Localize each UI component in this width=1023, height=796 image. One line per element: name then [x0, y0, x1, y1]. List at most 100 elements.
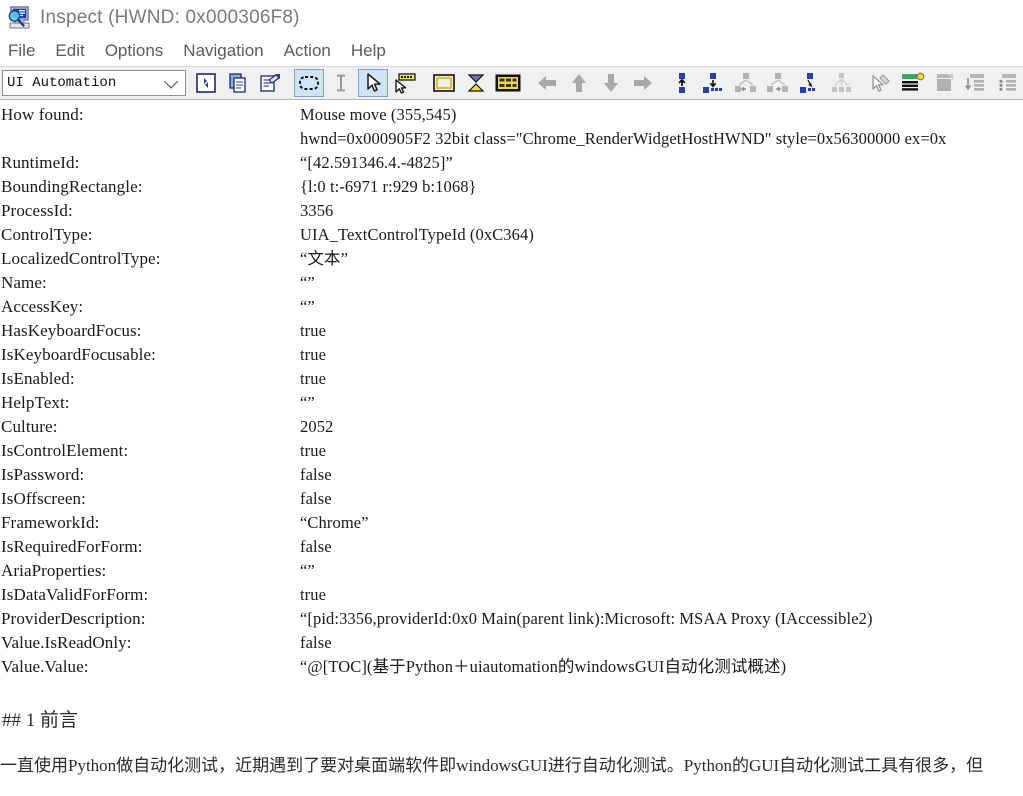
go-to-next-sibling-icon[interactable]	[763, 69, 793, 97]
show-selected-properties-icon[interactable]	[994, 69, 1023, 97]
property-row[interactable]: IsEnabled: true	[0, 367, 1023, 391]
navigate-back-icon[interactable]	[532, 69, 562, 97]
property-label: FrameworkId:	[1, 513, 100, 532]
property-label: IsRequiredForForm:	[1, 537, 143, 556]
menu-action[interactable]: Action	[284, 41, 331, 61]
window-title-hwnd: (HWND: 0x000306F8)	[108, 7, 300, 28]
go-to-first-child-icon[interactable]	[699, 69, 729, 97]
copy-icon[interactable]	[223, 69, 253, 97]
property-label: IsKeyboardFocusable:	[1, 345, 156, 364]
property-value: true	[300, 321, 327, 340]
property-row[interactable]: IsControlElement: true	[0, 439, 1023, 463]
pane-divider	[0, 693, 1023, 694]
property-value: “Chrome”	[300, 513, 369, 532]
property-value: false	[300, 537, 332, 556]
navigate-down-icon[interactable]	[596, 69, 626, 97]
property-value: 2052	[300, 417, 334, 436]
descend-tree-icon[interactable]	[827, 69, 857, 97]
property-value: “[pid:3356,providerId:0x0 Main(parent li…	[300, 609, 873, 628]
property-row[interactable]: How found: Mouse move (355,545)	[0, 103, 1023, 127]
menu-file[interactable]: File	[8, 41, 35, 61]
navigate-forward-icon[interactable]	[628, 69, 658, 97]
property-label: HasKeyboardFocus:	[1, 321, 142, 340]
show-window-icon[interactable]	[429, 69, 459, 97]
property-row[interactable]: BoundingRectangle: {l:0 t:-6971 r:929 b:…	[0, 175, 1023, 199]
property-label: IsEnabled:	[1, 369, 75, 388]
property-label: Value.IsReadOnly:	[1, 633, 132, 652]
property-row[interactable]: Value.IsReadOnly: false	[0, 631, 1023, 655]
menu-help[interactable]: Help	[351, 41, 386, 61]
window-title: Inspect (HWND: 0x000306F8)	[40, 7, 300, 29]
property-row[interactable]: HelpText: “”	[0, 391, 1023, 415]
property-row[interactable]: IsOffscreen: false	[0, 487, 1023, 511]
watch-focus-icon[interactable]	[390, 69, 420, 97]
property-row[interactable]: IsPassword: false	[0, 463, 1023, 487]
property-label: How found:	[1, 105, 84, 124]
property-row[interactable]: ProcessId: 3356	[0, 199, 1023, 223]
property-row[interactable]: Name: “”	[0, 271, 1023, 295]
refresh-icon[interactable]	[191, 69, 221, 97]
show-all-properties-icon[interactable]	[930, 69, 960, 97]
property-row[interactable]: hwnd=0x000905F2 32bit class="Chrome_Rend…	[0, 127, 1023, 151]
refresh-properties-icon[interactable]	[898, 69, 928, 97]
property-row[interactable]: IsDataValidForForm: true	[0, 583, 1023, 607]
property-row[interactable]: ControlType: UIA_TextControlTypeId (0xC3…	[0, 223, 1023, 247]
property-row[interactable]: LocalizedControlType: “文本”	[0, 247, 1023, 271]
hourglass-icon[interactable]	[461, 69, 491, 97]
go-to-parent-icon[interactable]	[667, 69, 697, 97]
mode-combobox[interactable]: UI Automation	[2, 70, 186, 96]
toolbar: UI Automation	[0, 66, 1023, 100]
property-row[interactable]: IsKeyboardFocusable: true	[0, 343, 1023, 367]
menu-navigation[interactable]: Navigation	[183, 41, 263, 61]
property-row[interactable]: RuntimeId: “[42.591346.4.-4825]”	[0, 151, 1023, 175]
menu-options[interactable]: Options	[105, 41, 164, 61]
menu-bar: File Edit Options Navigation Action Help	[0, 36, 1023, 66]
inspect-monitor-magnifier-icon	[6, 6, 32, 30]
property-value: “”	[300, 561, 315, 580]
menu-edit[interactable]: Edit	[55, 41, 84, 61]
title-bar: Inspect (HWND: 0x000306F8)	[0, 0, 1023, 36]
highlight-rectangle-icon[interactable]	[294, 69, 324, 97]
property-row[interactable]: Culture: 2052	[0, 415, 1023, 439]
copy-tree-icon[interactable]	[255, 69, 285, 97]
property-label: IsControlElement:	[1, 441, 129, 460]
property-row[interactable]: HasKeyboardFocus: true	[0, 319, 1023, 343]
property-row[interactable]: AccessKey: “”	[0, 295, 1023, 319]
show-changed-properties-icon[interactable]	[962, 69, 992, 97]
property-row[interactable]: IsRequiredForForm: false	[0, 535, 1023, 559]
property-value: “”	[300, 273, 315, 292]
property-row[interactable]: ProviderDescription: “[pid:3356,provider…	[0, 607, 1023, 631]
property-label: Name:	[1, 273, 47, 292]
property-value: true	[300, 369, 327, 388]
property-row[interactable]: AriaProperties: “”	[0, 559, 1023, 583]
property-value: “文本”	[300, 249, 349, 268]
property-value: “@[TOC](基于Python＋uiautomation的windowsGUI…	[300, 657, 787, 676]
navigate-up-icon[interactable]	[564, 69, 594, 97]
property-value: Mouse move (355,545)	[300, 105, 457, 124]
property-value: false	[300, 465, 332, 484]
property-value: true	[300, 345, 327, 364]
inspect-window: Inspect (HWND: 0x000306F8) File Edit Opt…	[0, 0, 1023, 796]
property-label: AccessKey:	[1, 297, 84, 316]
property-value: 3356	[300, 201, 334, 220]
property-value: UIA_TextControlTypeId (0xC364)	[300, 225, 534, 244]
property-label: Culture:	[1, 417, 58, 436]
property-row[interactable]: Value.Value: “@[TOC](基于Python＋uiautomati…	[0, 655, 1023, 679]
window-title-app: Inspect	[40, 7, 103, 28]
text-caret-icon[interactable]	[326, 69, 356, 97]
document-paragraph: 一直使用Python做自动化测试，近期遇到了要对桌面端软件即windowsGUI…	[0, 756, 984, 775]
properties-grid-icon[interactable]	[493, 69, 523, 97]
mode-combobox-value: UI Automation	[7, 75, 117, 91]
properties-pane[interactable]: How found: Mouse move (355,545) hwnd=0x0…	[0, 103, 1023, 693]
select-element-icon[interactable]	[866, 69, 896, 97]
property-label: RuntimeId:	[1, 153, 80, 172]
go-to-last-child-icon[interactable]	[795, 69, 825, 97]
watch-cursor-icon[interactable]	[358, 69, 388, 97]
property-label: AriaProperties:	[1, 561, 107, 580]
property-label: IsDataValidForForm:	[1, 585, 149, 604]
property-row[interactable]: FrameworkId: “Chrome”	[0, 511, 1023, 535]
go-to-previous-sibling-icon[interactable]	[731, 69, 761, 97]
property-label: ProviderDescription:	[1, 609, 146, 628]
property-label: BoundingRectangle:	[1, 177, 143, 196]
property-label: ControlType:	[1, 225, 93, 244]
